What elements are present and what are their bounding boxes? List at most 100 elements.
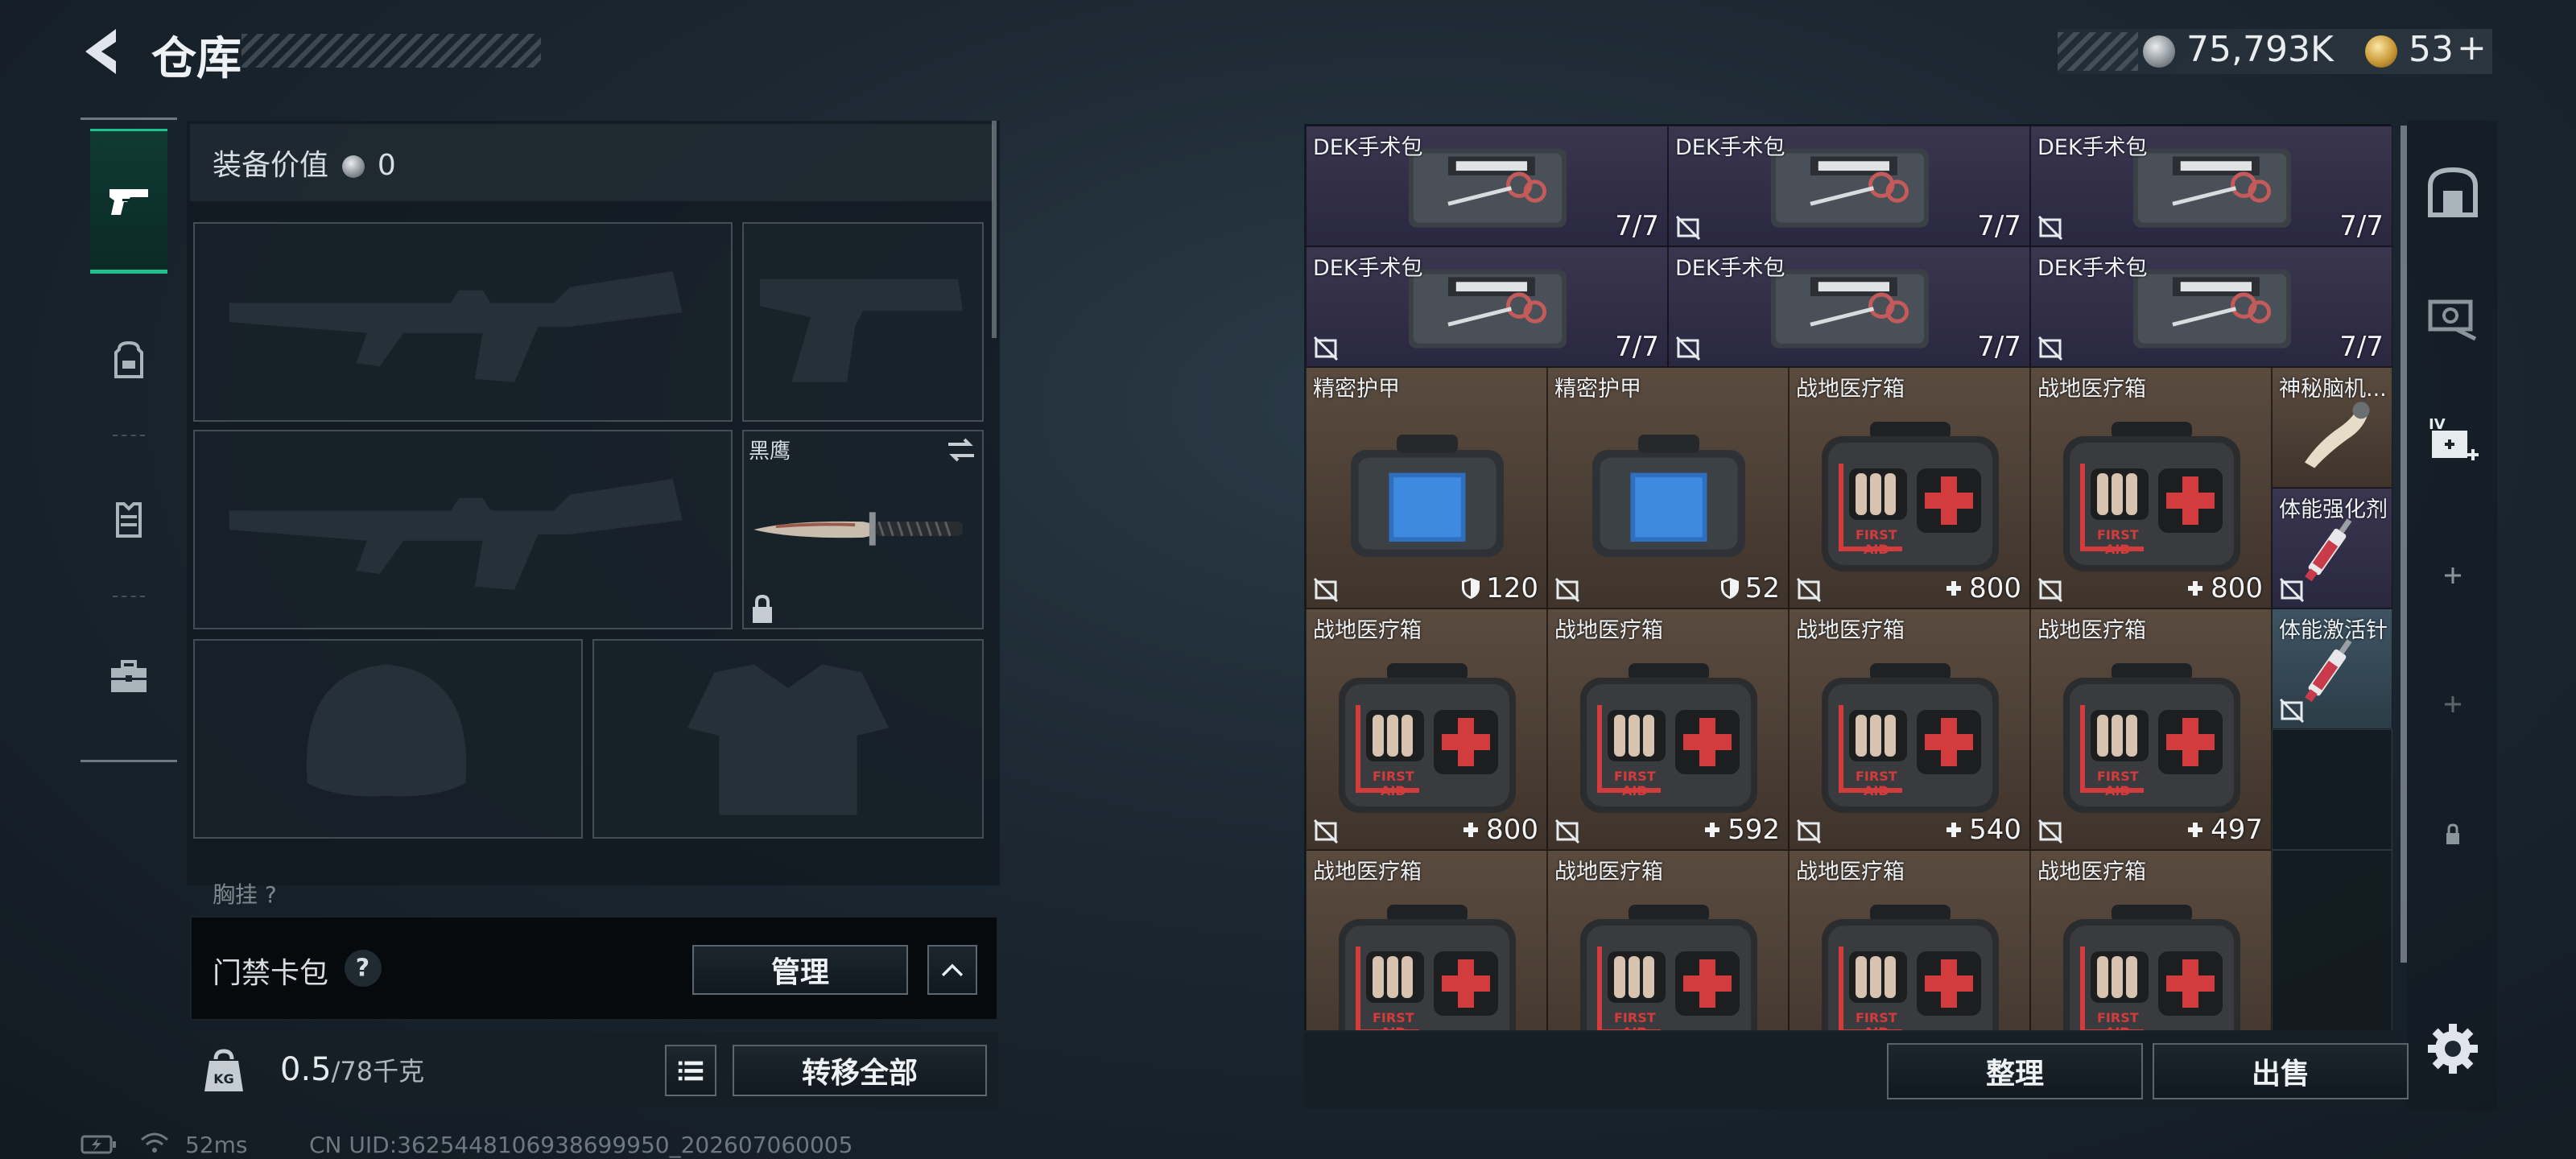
- item-name: DEK手术包: [2037, 135, 2148, 160]
- helmet-slot[interactable]: [193, 639, 583, 839]
- empty-slot[interactable]: [2272, 850, 2392, 1030]
- heal-plus-icon: [1946, 823, 1962, 837]
- tab-safe-box[interactable]: [2417, 156, 2489, 229]
- storage-item[interactable]: 体能激活针: [2272, 608, 2392, 729]
- item-count-value: 800: [1486, 814, 1538, 846]
- storage-grid: DEK手术包 7/7 DEK手术包 7/7 DEK手术包 7/7 DEK手术包 7/7 DEK手…: [1306, 126, 2392, 1030]
- storage-item[interactable]: DEK手术包 7/7: [2030, 246, 2392, 367]
- item-name: DEK手术包: [1313, 135, 1423, 160]
- storage-item[interactable]: FIRSTAID 战地医疗箱: [1547, 850, 1789, 1030]
- unsellable-icon: [1675, 336, 1701, 361]
- tab-add-2[interactable]: [2417, 668, 2489, 740]
- medbox-item-icon: FIRSTAID: [1572, 648, 1765, 827]
- storage-scrollbar[interactable]: [2401, 126, 2407, 963]
- tab-weapons[interactable]: [90, 129, 167, 274]
- empty-slot[interactable]: [2272, 729, 2392, 850]
- unsellable-icon: [1313, 336, 1339, 361]
- armor-silhouette-icon: [687, 664, 889, 815]
- item-name: 精密护甲: [1313, 377, 1400, 402]
- swap-icon[interactable]: [945, 436, 977, 464]
- storage-item[interactable]: FIRST AID 战地医疗箱 800: [1306, 608, 1547, 850]
- weight-icon: KG: [204, 1049, 243, 1091]
- storage-item[interactable]: FIRST AID 战地医疗箱 800: [2030, 367, 2272, 608]
- svg-text:FIRST: FIRST: [2097, 527, 2139, 542]
- storage-item[interactable]: 神秘脑机...: [2272, 367, 2392, 488]
- storage-item[interactable]: DEK手术包 7/7: [1306, 126, 1668, 246]
- tab-locked[interactable]: [2417, 797, 2489, 869]
- sell-button[interactable]: 出售: [2153, 1043, 2409, 1099]
- currency-decoration: [2058, 32, 2138, 71]
- tab-storage[interactable]: [2417, 282, 2489, 354]
- transfer-all-button[interactable]: 转移全部: [733, 1045, 987, 1096]
- sort-button-label: 整理: [1985, 1058, 2044, 1091]
- expand-button[interactable]: [927, 945, 977, 995]
- sort-button[interactable]: 整理: [1887, 1043, 2143, 1099]
- item-count-value: 592: [1728, 814, 1780, 846]
- secondary-weapon-slot[interactable]: [193, 430, 733, 629]
- storage-item[interactable]: FIRST AID 战地医疗箱 800: [1789, 367, 2030, 608]
- storage-item[interactable]: FIRSTAID 战地医疗箱: [1789, 850, 2030, 1030]
- item-count-value: 7/7: [1615, 210, 1659, 242]
- item-count: 7/7: [1977, 331, 2021, 363]
- capacity-total: /78千克: [331, 1056, 425, 1087]
- battery-icon: [80, 1135, 116, 1154]
- tab-backpack[interactable]: [90, 288, 167, 433]
- storage-item[interactable]: FIRST AID 战地医疗箱 497: [2030, 608, 2272, 850]
- svg-text:FIRST: FIRST: [1373, 769, 1414, 784]
- settings-gear-icon[interactable]: [2425, 1021, 2481, 1077]
- tab-divider: [113, 596, 145, 597]
- item-count-value: 800: [1969, 572, 2021, 604]
- add-gold-button[interactable]: +: [2457, 27, 2487, 68]
- item-count: 540: [1943, 814, 2021, 846]
- storage-item[interactable]: 精密护甲 52: [1547, 367, 1789, 608]
- ping-text: 52ms: [185, 1132, 248, 1158]
- item-name: 战地医疗箱: [1313, 618, 1422, 643]
- item-count: 800: [1460, 814, 1538, 846]
- tab-case[interactable]: [90, 605, 167, 750]
- chest-rig-label: 胸挂 ?: [213, 881, 277, 908]
- unsellable-icon: [1796, 577, 1822, 603]
- storage-item[interactable]: 精密护甲 120: [1306, 367, 1547, 608]
- manage-button[interactable]: 管理: [692, 945, 908, 995]
- svg-text:FIRST: FIRST: [2097, 769, 2139, 784]
- svg-text:FIRST: FIRST: [1856, 527, 1897, 542]
- melee-slot[interactable]: 黑鹰: [742, 430, 984, 629]
- item-name: DEK手术包: [1675, 135, 1785, 160]
- silver-coin-icon: [342, 155, 365, 178]
- storage-item[interactable]: 体能强化剂: [2272, 488, 2392, 608]
- item-name: 战地医疗箱: [1313, 860, 1422, 885]
- list-view-button[interactable]: [665, 1045, 716, 1096]
- chevron-left-icon: [85, 29, 116, 74]
- armor-item-icon: [1335, 411, 1519, 580]
- unsellable-icon: [2037, 819, 2063, 844]
- back-button[interactable]: [74, 23, 126, 80]
- keycard-case-label: 门禁卡包: [213, 957, 329, 990]
- pistol-slot[interactable]: [742, 222, 984, 422]
- storage-item[interactable]: FIRSTAID 战地医疗箱: [1306, 850, 1547, 1030]
- tab-vest[interactable]: [90, 448, 167, 592]
- shield-icon: [1720, 578, 1739, 599]
- storage-item[interactable]: FIRSTAID 战地医疗箱: [2030, 850, 2272, 1030]
- storage-icon: [2428, 299, 2477, 341]
- tab-add-1[interactable]: [2417, 539, 2489, 612]
- item-name: 战地医疗箱: [2037, 377, 2146, 402]
- svg-text:FIRST: FIRST: [1373, 1010, 1414, 1025]
- equipment-scrollbar[interactable]: [992, 121, 997, 338]
- storage-item[interactable]: DEK手术包 7/7: [1668, 246, 2030, 367]
- storage-item[interactable]: FIRST AID 战地医疗箱 540: [1789, 608, 2030, 850]
- storage-item[interactable]: DEK手术包 7/7: [1668, 126, 2030, 246]
- svg-text:AID: AID: [1622, 1025, 1648, 1030]
- medbox-item-icon: FIRSTAID: [1572, 889, 1765, 1030]
- primary-weapon-slot[interactable]: [193, 222, 733, 422]
- gold-coin-icon: [2365, 35, 2397, 68]
- storage-item[interactable]: DEK手术包 7/7: [2030, 126, 2392, 246]
- storage-item[interactable]: DEK手术包 7/7: [1306, 246, 1668, 367]
- storage-item[interactable]: FIRST AID 战地医疗箱 592: [1547, 608, 1789, 850]
- lock-icon: [2446, 823, 2459, 844]
- unsellable-icon: [1313, 819, 1339, 844]
- body-armor-slot[interactable]: [592, 639, 984, 839]
- medbox-item-icon: FIRSTAID: [1814, 648, 2007, 827]
- heal-plus-icon: [2188, 581, 2203, 596]
- item-name: 战地医疗箱: [2037, 618, 2146, 643]
- tab-expansion[interactable]: IV: [2417, 407, 2489, 480]
